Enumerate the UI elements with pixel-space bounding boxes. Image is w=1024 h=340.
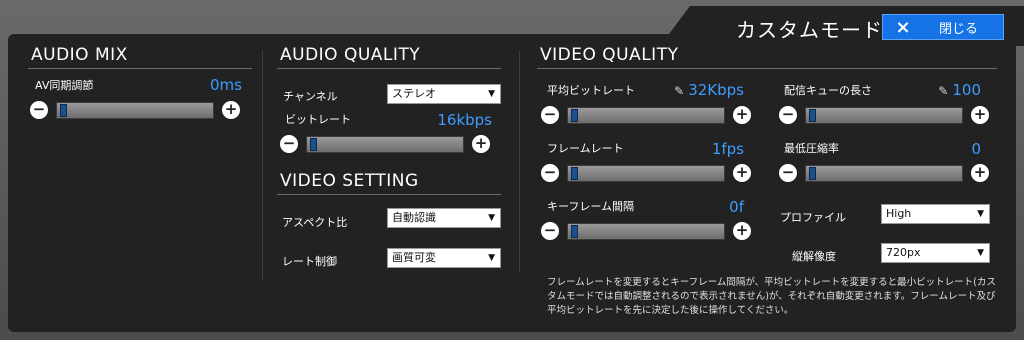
section-underline: [537, 68, 997, 69]
slider-handle[interactable]: [60, 104, 67, 117]
keyframe-interval-value: 0f: [729, 198, 744, 216]
help-note: フレームレートを変更するとキーフレーム間隔が、平均ビットレートを変更すると最小ビ…: [547, 277, 996, 316]
increase-button[interactable]: +: [733, 222, 751, 240]
bitrate-label: ビットレート: [285, 113, 351, 126]
decrease-button[interactable]: −: [779, 164, 797, 182]
chevron-down-icon: ▼: [488, 89, 495, 99]
slider-track[interactable]: [567, 165, 725, 182]
close-label: 閉じる: [939, 21, 979, 37]
avg-bitrate-value: ✎ 32Kbps: [674, 81, 744, 99]
rate-control-label: レート制御: [282, 255, 337, 268]
keyframe-interval-slider[interactable]: − +: [541, 222, 751, 240]
profile-select[interactable]: High ▼: [881, 204, 990, 224]
min-compression-slider[interactable]: − +: [779, 164, 989, 182]
decrease-button[interactable]: −: [280, 135, 298, 153]
av-sync-slider[interactable]: − +: [30, 101, 240, 119]
slider-track[interactable]: [56, 102, 214, 119]
section-underline: [277, 194, 501, 195]
slider-handle[interactable]: [571, 167, 578, 180]
decrease-button[interactable]: −: [541, 222, 559, 240]
frame-rate-value: 1fps: [711, 140, 744, 158]
slider-handle[interactable]: [809, 167, 816, 180]
profile-selected: High: [886, 207, 912, 220]
rate-control-select[interactable]: 画質可変 ▼: [387, 248, 501, 268]
column-divider: [262, 50, 263, 280]
avg-bitrate-slider[interactable]: − +: [541, 106, 751, 124]
queue-length-value: ✎ 100: [938, 81, 981, 99]
av-sync-label: AV同期調節: [35, 79, 94, 92]
profile-label: プロファイル: [780, 211, 846, 224]
section-underline: [28, 68, 252, 69]
slider-track[interactable]: [805, 165, 963, 182]
slider-track[interactable]: [567, 223, 725, 240]
increase-button[interactable]: +: [472, 135, 490, 153]
slider-track[interactable]: [805, 107, 963, 124]
audio-mix-title: AUDIO MIX: [31, 45, 128, 65]
avg-bitrate-label: 平均ビットレート: [547, 84, 635, 97]
queue-length-label: 配信キューの長さ: [784, 84, 872, 97]
decrease-button[interactable]: −: [541, 106, 559, 124]
increase-button[interactable]: +: [733, 106, 751, 124]
slider-handle[interactable]: [571, 109, 578, 122]
vertical-resolution-label: 縦解像度: [792, 250, 836, 263]
increase-button[interactable]: +: [733, 164, 751, 182]
channel-select[interactable]: ステレオ ▼: [387, 84, 501, 104]
min-compression-value: 0: [971, 140, 981, 158]
channel-selected: ステレオ: [392, 87, 436, 100]
av-sync-value: 0ms: [210, 76, 242, 94]
close-button[interactable]: × 閉じる: [882, 14, 1004, 40]
slider-track[interactable]: [306, 136, 464, 153]
frame-rate-label: フレームレート: [547, 142, 624, 155]
close-icon: ×: [895, 16, 911, 38]
page-title: カスタムモード: [736, 18, 883, 42]
slider-track[interactable]: [567, 107, 725, 124]
frame-rate-slider[interactable]: − +: [541, 164, 751, 182]
keyframe-interval-label: キーフレーム間隔: [547, 200, 635, 213]
pencil-icon[interactable]: ✎: [674, 84, 684, 98]
slider-handle[interactable]: [571, 225, 578, 238]
audio-quality-title: AUDIO QUALITY: [280, 45, 421, 65]
increase-button[interactable]: +: [971, 164, 989, 182]
aspect-label: アスペクト比: [282, 216, 348, 229]
aspect-selected: 自動認識: [392, 211, 436, 224]
bitrate-slider[interactable]: − +: [280, 135, 490, 153]
increase-button[interactable]: +: [971, 106, 989, 124]
decrease-button[interactable]: −: [30, 101, 48, 119]
slider-handle[interactable]: [310, 138, 317, 151]
section-underline: [277, 68, 501, 69]
chevron-down-icon: ▼: [977, 248, 984, 258]
queue-length-slider[interactable]: − +: [779, 106, 989, 124]
vertical-resolution-select[interactable]: 720px ▼: [881, 243, 990, 263]
pencil-icon[interactable]: ✎: [938, 84, 948, 98]
bitrate-value: 16kbps: [437, 111, 492, 129]
decrease-button[interactable]: −: [541, 164, 559, 182]
chevron-down-icon: ▼: [977, 209, 984, 219]
video-setting-title: VIDEO SETTING: [280, 171, 419, 191]
vertical-resolution-selected: 720px: [886, 246, 921, 259]
chevron-down-icon: ▼: [488, 213, 495, 223]
aspect-select[interactable]: 自動認識 ▼: [387, 208, 501, 228]
decrease-button[interactable]: −: [779, 106, 797, 124]
channel-label: チャンネル: [283, 90, 338, 103]
column-divider: [519, 50, 520, 272]
min-compression-label: 最低圧縮率: [784, 142, 839, 155]
slider-handle[interactable]: [809, 109, 816, 122]
chevron-down-icon: ▼: [488, 253, 495, 263]
increase-button[interactable]: +: [222, 101, 240, 119]
video-quality-title: VIDEO QUALITY: [540, 45, 679, 65]
rate-control-selected: 画質可変: [392, 251, 436, 264]
